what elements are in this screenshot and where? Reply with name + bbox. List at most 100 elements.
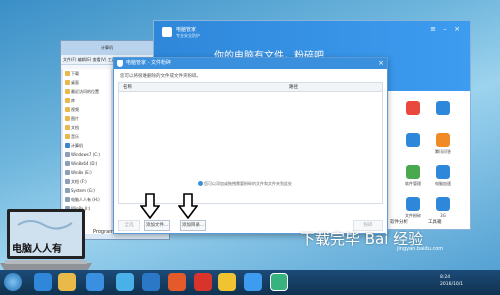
nav-item[interactable]: 计算机 bbox=[63, 141, 111, 150]
folder-icon bbox=[65, 89, 70, 94]
tool-item[interactable] bbox=[402, 101, 424, 131]
down-arrow-icon bbox=[140, 193, 160, 219]
start-button-icon[interactable] bbox=[4, 273, 22, 291]
manager-logo-icon bbox=[162, 27, 172, 37]
clock: 8:24 2016/10/1 bbox=[440, 274, 463, 288]
dialog-title: 电脑管家 - 文件粉碎 bbox=[126, 60, 171, 66]
nav-item[interactable]: Win8x (E:) bbox=[63, 168, 111, 177]
nav-item-label: 最近访问的位置 bbox=[71, 89, 99, 94]
nav-item[interactable]: 图片 bbox=[63, 114, 111, 123]
nav-item-label: 计算机 bbox=[71, 143, 83, 148]
folder-icon bbox=[65, 116, 70, 121]
folder-icon bbox=[65, 80, 70, 85]
select-all-button[interactable]: 全选 bbox=[118, 220, 140, 231]
nav-item-label: Win8x (E:) bbox=[71, 170, 92, 175]
app-icon[interactable] bbox=[142, 273, 160, 291]
folder-icon bbox=[65, 125, 70, 130]
drive-icon bbox=[65, 170, 70, 175]
nav-item[interactable]: 音乐 bbox=[63, 132, 111, 141]
menu-icon[interactable]: ≡ bbox=[429, 25, 437, 33]
tool-item[interactable]: 软件管理 bbox=[402, 165, 424, 195]
clock-date: 2016/10/1 bbox=[440, 282, 464, 287]
computer-icon bbox=[65, 143, 70, 148]
folder-icon bbox=[65, 134, 70, 139]
app-icon[interactable] bbox=[116, 273, 134, 291]
tool-icon bbox=[406, 197, 420, 211]
dialog-titlebar[interactable]: 电脑管家 - 文件粉碎 bbox=[114, 58, 387, 69]
add-folder-button[interactable]: 添加目录... bbox=[180, 220, 206, 231]
tool-item[interactable]: 腾讯问答 bbox=[432, 133, 454, 163]
nav-item-label: 文档 bbox=[71, 125, 79, 130]
nav-item[interactable]: 视频 bbox=[63, 105, 111, 114]
nav-item-label: 库 bbox=[71, 98, 75, 103]
app-icon[interactable] bbox=[194, 273, 212, 291]
dialog-description: 您可以将很难删除的文件或文件夹粉碎。 bbox=[120, 74, 201, 79]
drive-icon bbox=[65, 188, 70, 193]
manager-title: 电脑管家 bbox=[176, 27, 197, 33]
manager-bottom-link-2[interactable]: 工具箱 bbox=[428, 219, 442, 225]
tool-icon bbox=[436, 133, 450, 147]
ie-icon[interactable] bbox=[34, 273, 52, 291]
folder-icon bbox=[65, 98, 70, 103]
tool-icon bbox=[436, 197, 450, 211]
taskbar: 8:24 2016/10/1 bbox=[0, 270, 500, 295]
tool-icon bbox=[406, 165, 420, 179]
tool-label: 腾讯问答 bbox=[435, 149, 451, 154]
nav-item-label: 图片 bbox=[71, 116, 79, 121]
clock-time: 8:24 bbox=[440, 275, 451, 280]
app-icon[interactable] bbox=[244, 273, 262, 291]
nav-item-label: 文档 (F:) bbox=[71, 179, 87, 184]
nav-item[interactable]: 桌面 bbox=[63, 78, 111, 87]
nav-item[interactable]: 最近访问的位置 bbox=[63, 87, 111, 96]
minimize-icon[interactable]: – bbox=[441, 25, 449, 33]
app-icon[interactable] bbox=[168, 273, 186, 291]
logo-text: 电脑人人有 bbox=[12, 244, 62, 255]
file-list-header: 名称 路径 bbox=[119, 83, 382, 92]
tool-icon bbox=[436, 101, 450, 115]
explorer-address: 计算机 bbox=[101, 45, 113, 50]
explorer-status: Program bbox=[93, 229, 115, 235]
tool-item[interactable]: 电脑加速 bbox=[432, 165, 454, 195]
info-icon bbox=[198, 181, 203, 186]
empty-hint: 您可以添加或拖拽需要粉碎的文件和文件夹到此处 bbox=[204, 181, 292, 186]
nav-item[interactable]: Windows7 (C:) bbox=[63, 150, 111, 159]
explorer-icon[interactable] bbox=[58, 273, 76, 291]
nav-item-label: System (G:) bbox=[71, 188, 95, 193]
nav-item-label: 桌面 bbox=[71, 80, 79, 85]
shield-icon bbox=[117, 60, 123, 67]
drive-icon bbox=[65, 179, 70, 184]
app-icon[interactable] bbox=[86, 273, 104, 291]
nav-item-label: 电脑人人有 (H:) bbox=[71, 197, 100, 202]
drive-icon bbox=[65, 197, 70, 202]
app-icon[interactable] bbox=[218, 273, 236, 291]
tool-label: 电脑加速 bbox=[435, 181, 451, 186]
nav-item[interactable]: Win8x64 (D:) bbox=[63, 159, 111, 168]
dialog-close-icon[interactable]: × bbox=[378, 58, 384, 69]
nav-item-label: Win8x64 (D:) bbox=[71, 161, 98, 166]
tool-item[interactable] bbox=[432, 101, 454, 131]
tool-item[interactable] bbox=[402, 133, 424, 163]
add-file-button[interactable]: 添加文件... bbox=[144, 220, 170, 231]
tool-label: 软件管理 bbox=[405, 181, 421, 186]
nav-item-label: Windows7 (C:) bbox=[71, 152, 100, 157]
tool-icon bbox=[406, 101, 420, 115]
nav-item[interactable]: 库 bbox=[63, 96, 111, 105]
column-name[interactable]: 名称 bbox=[123, 83, 132, 92]
pc-manager-taskbar-icon[interactable] bbox=[270, 273, 288, 291]
tool-icon bbox=[406, 133, 420, 147]
nav-item[interactable]: 下载 bbox=[63, 69, 111, 78]
down-arrow-icon bbox=[178, 193, 198, 219]
folder-icon bbox=[65, 71, 70, 76]
tool-label: 3G bbox=[440, 213, 446, 218]
manager-subtitle: 专业安全防护 bbox=[176, 33, 200, 38]
manager-bottom-link-1[interactable]: 软件分析 bbox=[390, 219, 408, 225]
drive-icon bbox=[65, 152, 70, 157]
nav-item[interactable]: 文档 bbox=[63, 123, 111, 132]
close-icon[interactable]: × bbox=[453, 25, 461, 33]
nav-item-label: 视频 bbox=[71, 107, 79, 112]
nav-item[interactable]: System (G:) bbox=[63, 186, 111, 195]
nav-item[interactable]: 文档 (F:) bbox=[63, 177, 111, 186]
column-path[interactable]: 路径 bbox=[289, 83, 298, 92]
folder-icon bbox=[65, 107, 70, 112]
nav-item[interactable]: 电脑人人有 (H:) bbox=[63, 195, 111, 204]
